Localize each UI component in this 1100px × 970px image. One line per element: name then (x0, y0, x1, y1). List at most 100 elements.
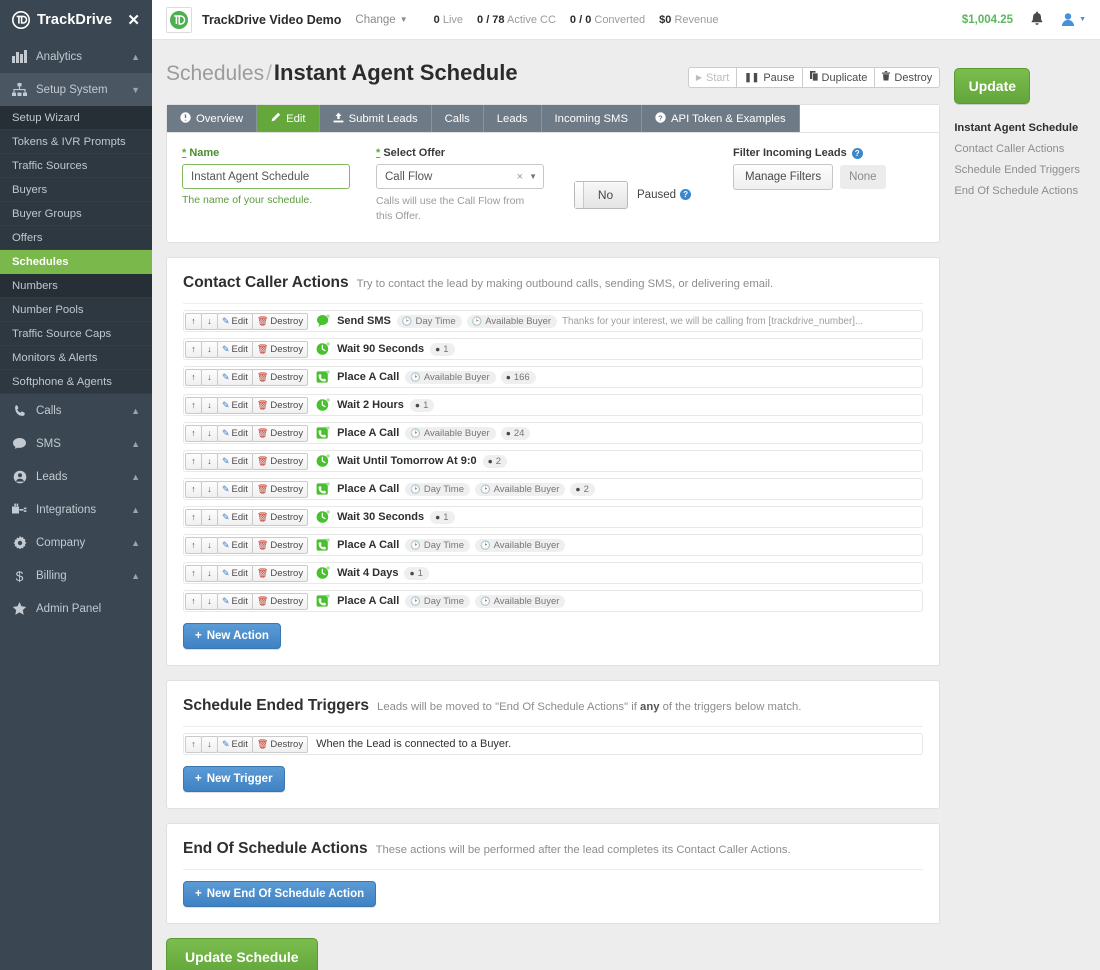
help-icon[interactable]: ? (851, 147, 863, 159)
edit-button[interactable]: ✎ Edit (217, 312, 253, 330)
action-row[interactable]: ↑ ↓ ✎ Edit 🗑 Destroy Place A Call 🕑 Day Time 🕑 Ava… (183, 590, 924, 613)
update-button[interactable]: Update (954, 68, 1031, 104)
jump-link-contact-caller-actions[interactable]: Contact Caller Actions (954, 143, 1100, 155)
tab-overview[interactable]: Overview (167, 105, 258, 132)
destroy-button[interactable]: 🗑 Destroy (251, 312, 309, 330)
edit-button[interactable]: ✎ Edit (217, 508, 253, 526)
tab-api-token-examples[interactable]: ? API Token & Examples (642, 105, 800, 132)
sidebar-group-setup-system[interactable]: Setup System ▼ (0, 73, 152, 106)
sidebar-group-analytics[interactable]: Analytics ▲ (0, 40, 152, 73)
tab-incoming-sms[interactable]: Incoming SMS (541, 105, 642, 132)
start-button[interactable]: ▶ Start (687, 67, 738, 88)
move-down-button[interactable]: ↓ (201, 340, 218, 358)
sidebar-group-leads[interactable]: Leads ▲ (0, 460, 152, 493)
move-down-button[interactable]: ↓ (201, 396, 218, 414)
sidebar-item-monitors-alerts[interactable]: Monitors & Alerts (0, 346, 152, 370)
sidebar-item-tokens-ivr-prompts[interactable]: Tokens & IVR Prompts (0, 130, 152, 154)
help-icon[interactable]: ? (680, 189, 692, 201)
tab-edit[interactable]: Edit (257, 105, 320, 132)
move-down-button[interactable]: ↓ (201, 368, 218, 386)
action-row[interactable]: ↑ ↓ ✎ Edit 🗑 Destroy Wait 90 Seconds ● 1 (183, 338, 924, 361)
sidebar-group-integrations[interactable]: Integrations ▲ (0, 493, 152, 526)
sidebar-item-buyers[interactable]: Buyers (0, 178, 152, 202)
update-schedule-button[interactable]: Update Schedule (166, 938, 318, 970)
sidebar-item-setup-wizard[interactable]: Setup Wizard (0, 106, 152, 130)
move-down-button[interactable]: ↓ (201, 564, 218, 582)
trigger-row[interactable]: ↑ ↓ ✎ Edit 🗑 Destroy When the Lead is connecte… (183, 733, 924, 756)
destroy-button[interactable]: 🗑 Destroy (251, 592, 309, 610)
move-up-button[interactable]: ↑ (185, 592, 202, 610)
sidebar-group-billing[interactable]: $ Billing ▲ (0, 559, 152, 592)
move-down-button[interactable]: ↓ (201, 424, 218, 442)
move-down-button[interactable]: ↓ (201, 508, 218, 526)
move-down-button[interactable]: ↓ (201, 480, 218, 498)
sidebar-group-company[interactable]: Company ▲ (0, 526, 152, 559)
destroy-button[interactable]: 🗑 Destroy (251, 735, 309, 753)
sidebar-item-schedules[interactable]: Schedules (0, 250, 152, 274)
edit-button[interactable]: ✎ Edit (217, 368, 253, 386)
action-row[interactable]: ↑ ↓ ✎ Edit 🗑 Destroy Place A Call 🕑 Available Bu… (183, 366, 924, 389)
move-up-button[interactable]: ↑ (185, 452, 202, 470)
action-row[interactable]: ↑ ↓ ✎ Edit 🗑 Destroy Place A Call 🕑 Available Bu… (183, 422, 924, 445)
sidebar-item-offers[interactable]: Offers (0, 226, 152, 250)
move-down-button[interactable]: ↓ (201, 312, 218, 330)
sidebar-item-traffic-sources[interactable]: Traffic Sources (0, 154, 152, 178)
tab-calls[interactable]: Calls (431, 105, 484, 132)
paused-toggle[interactable]: No (574, 180, 628, 209)
sidebar-group-sms[interactable]: SMS ▲ (0, 427, 152, 460)
move-up-button[interactable]: ↑ (185, 480, 202, 498)
move-up-button[interactable]: ↑ (185, 340, 202, 358)
destroy-button[interactable]: 🗑 Destroy (251, 452, 309, 470)
destroy-button[interactable]: 🗑 Destroy (251, 424, 309, 442)
sidebar-item-softphone-agents[interactable]: Softphone & Agents (0, 370, 152, 394)
destroy-button[interactable]: 🗑 Destroy (251, 536, 309, 554)
move-down-button[interactable]: ↓ (201, 536, 218, 554)
sidebar-item-admin-panel[interactable]: Admin Panel (0, 592, 152, 625)
bell-icon[interactable] (1030, 11, 1044, 29)
move-up-button[interactable]: ↑ (185, 536, 202, 554)
action-row[interactable]: ↑ ↓ ✎ Edit 🗑 Destroy Place A Call 🕑 Day Time 🕑 Ava… (183, 478, 924, 501)
breadcrumb-parent[interactable]: Schedules (166, 62, 264, 85)
edit-button[interactable]: ✎ Edit (217, 424, 253, 442)
destroy-button[interactable]: 🗑 Destroy (251, 564, 309, 582)
action-row[interactable]: ↑ ↓ ✎ Edit 🗑 Destroy Wait 4 Days ● 1 (183, 562, 924, 585)
duplicate-button[interactable]: Duplicate (801, 67, 876, 88)
user-menu-button[interactable]: ▼ (1061, 12, 1086, 27)
move-up-button[interactable]: ↑ (185, 735, 202, 753)
sidebar-item-buyer-groups[interactable]: Buyer Groups (0, 202, 152, 226)
jump-link-schedule-ended-triggers[interactable]: Schedule Ended Triggers (954, 164, 1100, 176)
clear-offer-icon[interactable]: × (517, 171, 529, 183)
destroy-button[interactable]: 🗑 Destroy (251, 396, 309, 414)
pause-button[interactable]: ❚❚ Pause (736, 67, 803, 88)
action-row[interactable]: ↑ ↓ ✎ Edit 🗑 Destroy Wait 30 Seconds ● 1 (183, 506, 924, 529)
new-end-of-schedule-action-button[interactable]: + New End Of Schedule Action (183, 881, 377, 908)
offer-select[interactable]: Call Flow × ▼ (376, 164, 544, 189)
destroy-button[interactable]: Destroy (874, 67, 941, 88)
destroy-button[interactable]: 🗑 Destroy (251, 508, 309, 526)
close-icon[interactable]: ✕ (127, 13, 140, 28)
move-up-button[interactable]: ↑ (185, 396, 202, 414)
jump-link-end-of-schedule-actions[interactable]: End Of Schedule Actions (954, 185, 1100, 197)
move-up-button[interactable]: ↑ (185, 312, 202, 330)
edit-button[interactable]: ✎ Edit (217, 340, 253, 358)
tab-leads[interactable]: Leads (483, 105, 542, 132)
edit-button[interactable]: ✎ Edit (217, 480, 253, 498)
sidebar-item-numbers[interactable]: Numbers (0, 274, 152, 298)
sidebar-item-number-pools[interactable]: Number Pools (0, 298, 152, 322)
sidebar-group-calls[interactable]: Calls ▲ (0, 394, 152, 427)
destroy-button[interactable]: 🗑 Destroy (251, 480, 309, 498)
edit-button[interactable]: ✎ Edit (217, 735, 253, 753)
change-account-button[interactable]: Change ▼ (355, 14, 407, 26)
tab-submit-leads[interactable]: Submit Leads (319, 105, 432, 132)
destroy-button[interactable]: 🗑 Destroy (251, 340, 309, 358)
action-row[interactable]: ↑ ↓ ✎ Edit 🗑 Destroy Wait 2 Hours ● 1 (183, 394, 924, 417)
new-trigger-button[interactable]: + New Trigger (183, 766, 285, 793)
edit-button[interactable]: ✎ Edit (217, 536, 253, 554)
edit-button[interactable]: ✎ Edit (217, 564, 253, 582)
move-down-button[interactable]: ↓ (201, 592, 218, 610)
move-down-button[interactable]: ↓ (201, 735, 218, 753)
edit-button[interactable]: ✎ Edit (217, 396, 253, 414)
manage-filters-button[interactable]: Manage Filters (733, 164, 834, 190)
name-input[interactable] (182, 164, 350, 189)
action-row[interactable]: ↑ ↓ ✎ Edit 🗑 Destroy Send SMS 🕑 Day Time 🕑 Availab… (183, 310, 924, 333)
